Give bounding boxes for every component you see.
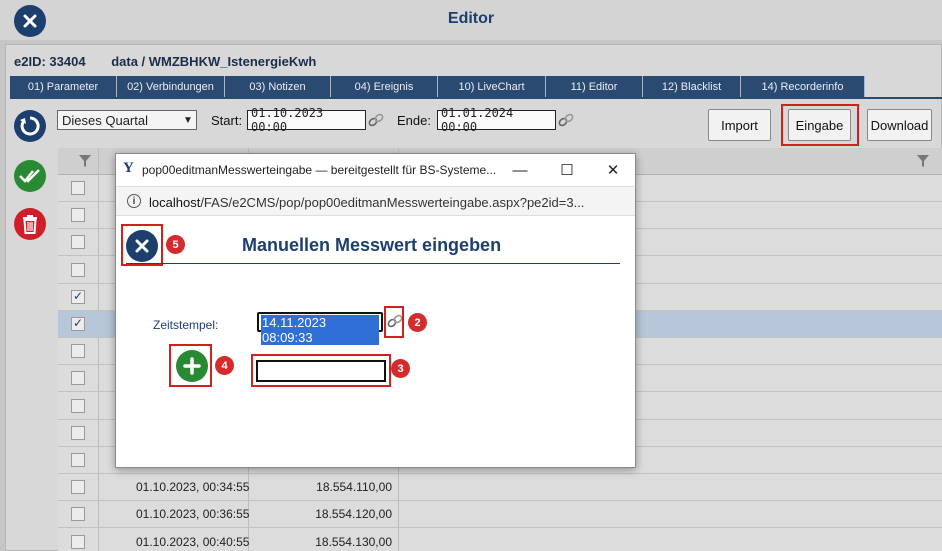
period-select-value: Dieses Quartal	[62, 112, 148, 128]
end-date-input[interactable]: 01.01.2024 00:00	[437, 106, 556, 134]
annotation-box-1	[781, 104, 859, 146]
value-cell: 18.554.120,00	[315, 507, 392, 522]
calendar-link-icon[interactable]	[367, 111, 385, 129]
annotation-box-3	[251, 354, 391, 387]
approve-button[interactable]	[14, 160, 46, 192]
maximize-icon[interactable]: ☐	[556, 159, 578, 181]
download-button[interactable]: Download	[867, 109, 932, 141]
table-row[interactable]: 01.10.2023, 00:36:55 18.554.120,00	[58, 501, 942, 529]
close-window-icon[interactable]: ✕	[602, 159, 624, 181]
value-cell: 18.554.110,00	[316, 480, 392, 495]
import-button[interactable]: Import	[708, 109, 771, 141]
record-path: data / WMZBHKW_IstenergieKwh	[111, 54, 317, 69]
row-checkbox[interactable]	[71, 316, 85, 331]
row-checkbox[interactable]	[71, 289, 85, 304]
tab-parameter[interactable]: 01) Parameter	[10, 76, 117, 97]
popup-titlebar: Y pop00editmanMesswerteingabe — bereitge…	[116, 154, 635, 186]
popup-heading: Manuellen Messwert eingeben	[242, 235, 502, 255]
row-checkbox[interactable]	[71, 344, 85, 359]
end-label: Ende:	[397, 113, 431, 128]
url-path: /FAS/e2CMS/pop/pop00editmanMesswerteinga…	[200, 195, 585, 210]
row-checkbox[interactable]	[71, 453, 85, 467]
annotation-box-2	[384, 306, 404, 338]
editor-title: Editor	[447, 10, 495, 27]
calendar-link-icon[interactable]	[557, 111, 575, 129]
row-checkbox[interactable]	[71, 398, 85, 413]
tab-verbindungen[interactable]: 02) Verbindungen	[117, 76, 225, 97]
start-label: Start:	[211, 113, 243, 128]
table-row[interactable]: 01.10.2023, 00:34:55 18.554.110,00	[58, 474, 942, 502]
filter-icon[interactable]	[916, 154, 930, 168]
row-checkbox[interactable]	[71, 208, 85, 223]
tab-livechart[interactable]: 10) LiveChart	[438, 76, 546, 97]
timestamp-cell: 01.10.2023, 00:40:55	[136, 534, 250, 549]
tab-notizen[interactable]: 03) Notizen	[225, 76, 331, 97]
chevron-down-icon: ▼	[183, 114, 193, 126]
editor-titlebar: Editor	[0, 0, 942, 40]
popup-urlbar[interactable]: i localhost/FAS/e2CMS/pop/pop00editmanMe…	[116, 186, 635, 216]
tab-underline	[10, 97, 942, 99]
row-checkbox[interactable]	[71, 534, 85, 549]
info-icon[interactable]: i	[127, 194, 141, 208]
row-checkbox[interactable]	[71, 480, 85, 495]
record-id-line: e2ID: 33404 data / WMZBHKW_IstenergieKwh	[14, 54, 316, 69]
tab-recorderinfo[interactable]: 14) Recorderinfo	[741, 76, 865, 97]
trash-icon	[23, 215, 37, 234]
refresh-button[interactable]	[14, 110, 46, 142]
zeitstempel-value: 14.11.2023 08:09:33	[261, 315, 379, 345]
tab-ereignis[interactable]: 04) Ereignis	[331, 76, 438, 97]
firefox-logo-icon: Y	[123, 160, 134, 176]
heading-divider	[126, 263, 620, 264]
start-date-input[interactable]: 01.10.2023 00:00	[247, 106, 366, 134]
row-checkbox[interactable]	[71, 507, 85, 522]
annotation-badge-4: 4	[215, 356, 234, 375]
value-cell: 18.554.130,00	[315, 534, 392, 549]
zeitstempel-label: Zeitstempel:	[153, 318, 219, 332]
double-check-icon	[19, 169, 40, 183]
tab-blacklist[interactable]: 12) Blacklist	[643, 76, 741, 97]
measurement-popup-window: Y pop00editmanMesswerteingabe — bereitge…	[115, 153, 636, 468]
minimize-icon[interactable]: —	[509, 159, 531, 181]
timestamp-cell: 01.10.2023, 00:34:55	[136, 480, 250, 495]
e2id-label: e2ID: 33404	[14, 54, 86, 69]
popup-url: localhost/FAS/e2CMS/pop/pop00editmanMess…	[149, 195, 584, 210]
filter-icon[interactable]	[78, 154, 92, 168]
delete-button[interactable]	[14, 208, 46, 240]
url-host: localhost	[149, 195, 201, 210]
row-checkbox[interactable]	[71, 181, 85, 195]
annotation-box-4	[169, 344, 212, 387]
zeitstempel-input[interactable]: 14.11.2023 08:09:33	[257, 312, 383, 345]
row-checkbox[interactable]	[71, 262, 85, 277]
annotation-badge-3: 3	[391, 359, 410, 378]
popup-window-title: pop00editmanMesswerteingabe — bereitgest…	[142, 163, 497, 177]
timestamp-cell: 01.10.2023, 00:36:55	[136, 507, 250, 522]
table-row[interactable]: 01.10.2023, 00:40:55 18.554.130,00	[58, 529, 942, 551]
annotation-badge-5: 5	[166, 235, 185, 254]
tab-bar: 01) Parameter 02) Verbindungen 03) Notiz…	[10, 76, 865, 97]
period-select[interactable]: Dieses Quartal ▼	[57, 110, 197, 130]
annotation-box-5	[121, 224, 163, 266]
row-checkbox[interactable]	[71, 235, 85, 250]
row-checkbox[interactable]	[71, 425, 85, 440]
tab-editor[interactable]: 11) Editor	[546, 76, 643, 97]
row-checkbox[interactable]	[71, 371, 85, 386]
refresh-icon	[20, 116, 40, 136]
annotation-badge-2: 2	[408, 313, 427, 332]
